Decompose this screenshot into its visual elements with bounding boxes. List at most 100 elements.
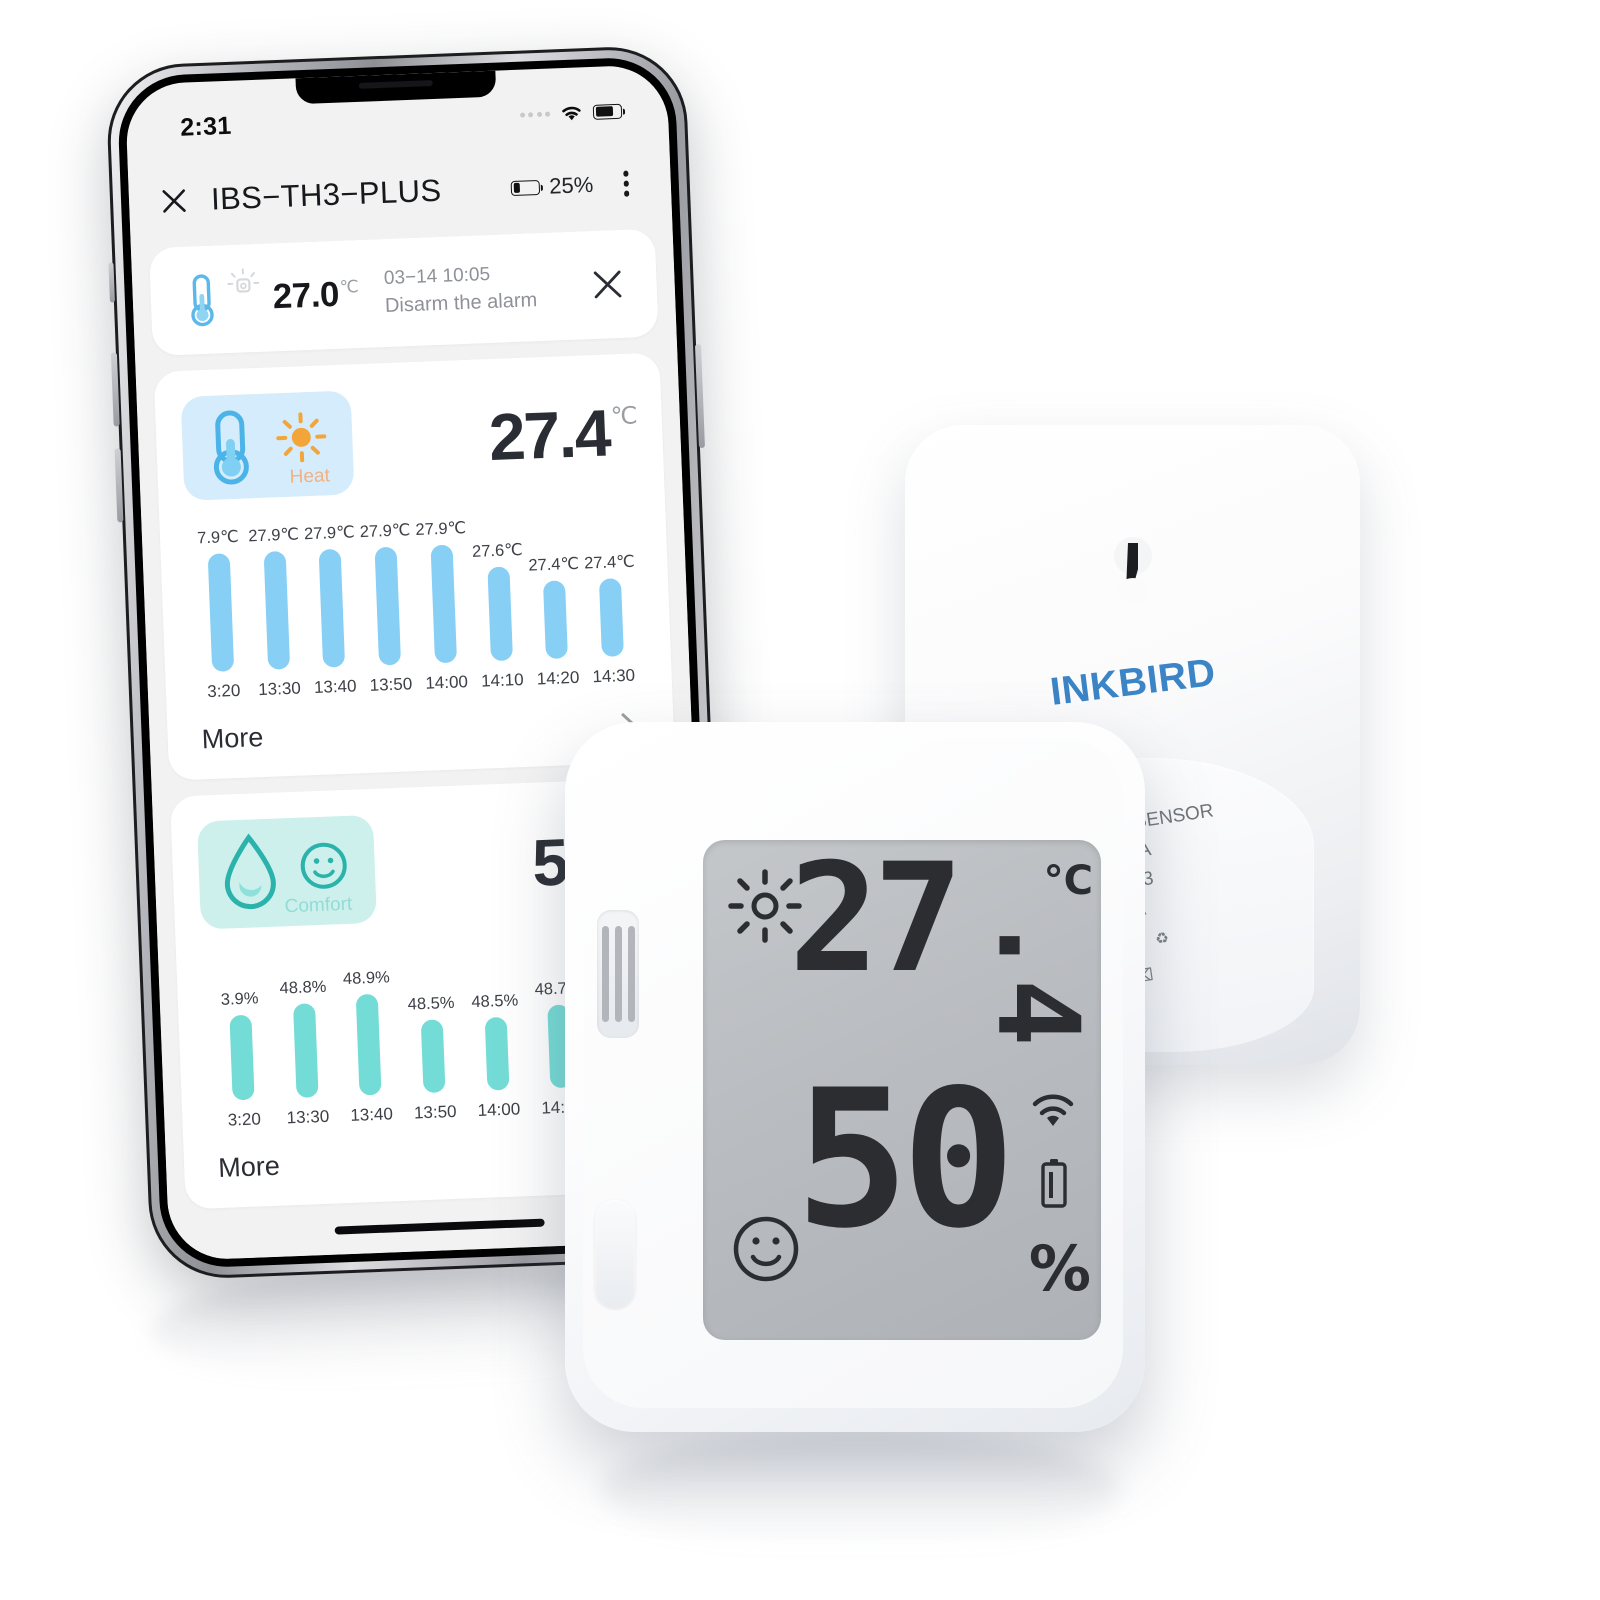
status-bar-clock: 2:31 [179,111,233,142]
recycle-mark-icon: ♻ [1154,929,1171,949]
bar-column: 48.5% [461,943,530,1091]
bar [430,544,457,664]
bar [292,1002,319,1098]
smiley-face-icon [733,1216,799,1282]
bar [263,551,290,670]
alarm-details: 03−14 10:05 Disarm the alarm [384,260,586,318]
bar [229,1014,255,1101]
bar-value-label: 27.9℃ [359,521,411,542]
temperature-card[interactable]: Heat 27.4 ℃ 7.9℃ 27.9℃ 27.9℃ 27.9℃ 27.9℃ 27.6℃… [153,352,675,781]
bar-time-label: 14:20 [536,667,580,689]
bar [543,580,569,660]
bar-value-label: 48.8% [279,977,327,998]
bar [207,553,235,672]
more-label: More [217,1150,281,1184]
sensor-vent-icon [597,910,639,1038]
bar-time-label: 13:40 [349,1104,394,1125]
bar-column: 27.9℃ [245,522,306,670]
bar-column: 3.9% [206,953,275,1101]
temperature-state-label: Heat [289,465,331,488]
bar-value-label: 27.4℃ [583,552,636,573]
overflow-menu-icon[interactable] [615,167,638,201]
alarm-message: Disarm the alarm [384,289,538,317]
water-drop-icon [224,833,276,910]
bar [374,546,402,666]
bar-time-label: 13:30 [257,678,302,700]
bar-time-label: 14:10 [480,669,524,691]
bar-value-label: 48.5% [407,993,455,1014]
temperature-state-badge: Heat [180,390,355,501]
bar-column: 48.5% [397,946,466,1094]
device-battery-status: 25% [511,172,594,201]
bar-time-label: 3:20 [206,680,241,702]
bar-value-label: 3.9% [220,989,259,1009]
lcd-temperature-value: 27 [789,840,964,1006]
product-scene: 2:31 IBS−TH3−PLUS 25% 27.0℃ 03−14 10:05 … [0,0,1600,1600]
status-bar-indicators [519,101,623,124]
device-reflection [600,1430,1120,1550]
alarm-notification-card[interactable]: 27.0℃ 03−14 10:05 Disarm the alarm [148,228,659,356]
bar-time-label: 13:40 [313,676,357,698]
bar-column: 27.4℃ [580,510,641,658]
bar-value-label: 27.9℃ [247,525,300,546]
bar [487,566,513,662]
bar [484,1016,510,1091]
battery-icon [592,103,623,120]
smiley-face-icon [300,842,347,889]
bar-column: 27.9℃ [301,520,362,668]
keyhole-mount-icon [1113,537,1152,604]
temperature-value: 27.4 ℃ [487,395,637,475]
bar [599,578,625,657]
bar [355,993,382,1096]
page-title: IBS−TH3−PLUS [210,172,443,217]
bar-value-label: 27.9℃ [415,519,467,539]
battery-percent-label: 25% [548,171,594,199]
bar-column: 27.4℃ [524,512,585,660]
bar-value-label: 27.4℃ [528,554,580,575]
thermometer-icon [191,274,214,327]
bar-time-label: 14:00 [425,672,469,693]
earpiece-speaker-icon [358,80,433,89]
bar-time-label: 3:20 [227,1109,262,1130]
wifi-icon [1032,1094,1074,1126]
bar-time-label: 14:00 [477,1099,521,1121]
battery-icon [511,179,541,196]
alarm-timestamp: 03−14 10:05 [383,263,491,290]
bar-value-label: 48.9% [342,967,391,988]
bar-value-label: 7.9℃ [196,527,239,548]
lcd-temperature-unit: °C [1043,858,1093,904]
humidity-state-label: Comfort [284,893,353,918]
bar-time-label: 13:50 [369,674,413,695]
bar-time-label: 14:30 [592,665,636,687]
bar-time-label: 13:50 [413,1101,457,1123]
bar-time-label: 13:30 [286,1106,330,1128]
lcd-temperature-decimal: .4 [972,911,1101,1047]
alarm-dismiss-button[interactable] [584,261,632,309]
sensor-front-view: 27 °C .4 50 % [565,722,1145,1432]
bar [420,1019,446,1094]
temperature-bar-chart: 7.9℃ 27.9℃ 27.9℃ 27.9℃ 27.9℃ 27.6℃ 27.4℃ 27.4℃ [185,483,645,672]
alarm-icon-group [180,265,274,332]
bar-column: 27.9℃ [412,516,473,664]
device-button[interactable] [595,1200,635,1308]
wifi-icon [562,106,581,120]
close-icon[interactable] [159,185,190,216]
lcd-humidity-unit: % [1028,1232,1091,1305]
sun-icon [276,412,327,463]
more-label: More [201,722,264,755]
bar-value-label: 48.5% [471,991,519,1012]
lcd-humidity-value: 50 [795,1049,1016,1270]
bar-column: 7.9℃ [190,525,251,673]
thermometer-icon [213,410,249,485]
bar-column: 48.9% [333,948,402,1096]
bar-column: 27.6℃ [468,514,529,662]
bar [318,548,346,668]
humidity-state-badge: Comfort [196,814,377,930]
lcd-display: 27 °C .4 50 % [703,840,1101,1340]
temperature-summary: Heat 27.4 ℃ [180,379,639,501]
alarm-temperature-value: 27.0℃ [272,274,359,317]
bar-value-label: 27.6℃ [471,540,524,561]
bar-column: 27.9℃ [357,518,418,666]
battery-icon [1041,1159,1067,1208]
bar-column: 48.8% [270,950,339,1098]
